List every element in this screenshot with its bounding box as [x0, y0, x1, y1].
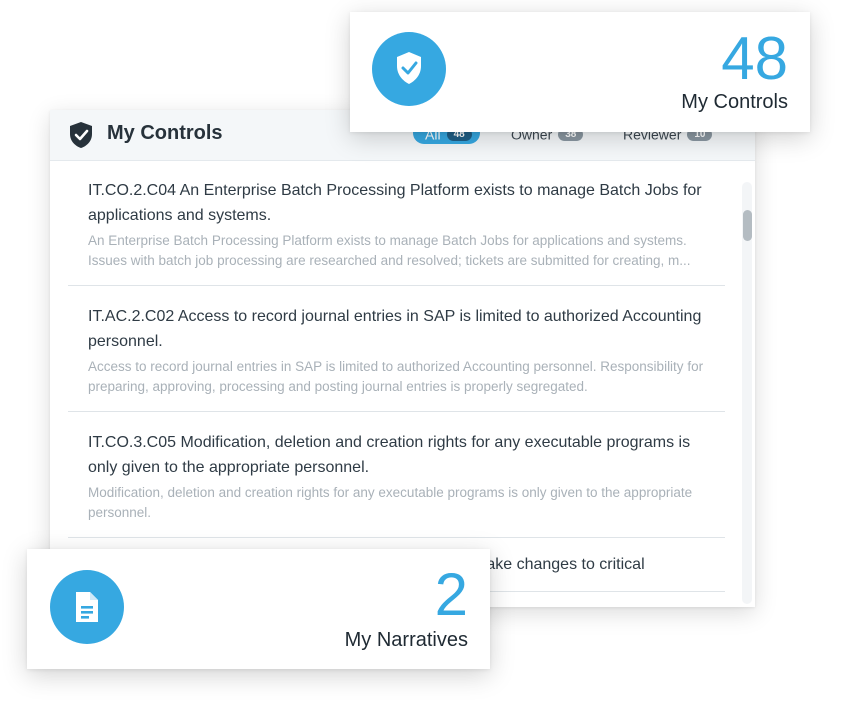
item-description: Modification, deletion and creation righ… — [88, 485, 693, 520]
shield-check-icon — [397, 52, 421, 84]
item-title: make changes to critical — [473, 556, 645, 573]
list-item[interactable]: IT.AC.2.C02 Access to record journal ent… — [68, 286, 725, 412]
controls-icon-circle — [372, 32, 446, 106]
document-icon — [76, 592, 98, 622]
narratives-label: My Narratives — [344, 629, 468, 651]
scrollbar-track[interactable] — [742, 182, 752, 604]
narratives-count: 2 — [434, 561, 468, 628]
panel-title: My Controls — [107, 122, 223, 144]
list-item[interactable]: IT.CO.2.C04 An Enterprise Batch Processi… — [68, 160, 725, 286]
controls-count: 48 — [721, 25, 788, 92]
my-controls-card[interactable]: 48 My Controls — [350, 12, 810, 132]
item-description: An Enterprise Batch Processing Platform … — [88, 233, 691, 268]
item-title: IT.CO.3.C05 Modification, deletion and c… — [88, 434, 691, 476]
my-controls-panel: My Controls All 48 Owner 38 Reviewer 10 IT.… — [50, 110, 755, 607]
item-title: IT.CO.2.C04 An Enterprise Batch Processi… — [88, 182, 702, 224]
controls-list: IT.CO.2.C04 An Enterprise Batch Processi… — [68, 160, 725, 592]
controls-label: My Controls — [681, 91, 788, 113]
item-description: Access to record journal entries in SAP … — [88, 359, 704, 394]
my-narratives-card[interactable]: 2 My Narratives — [27, 549, 490, 669]
list-item[interactable]: IT.CO.3.C05 Modification, deletion and c… — [68, 412, 725, 538]
scrollbar-thumb[interactable] — [743, 210, 752, 241]
shield-check-icon — [70, 122, 92, 148]
item-title: IT.AC.2.C02 Access to record journal ent… — [88, 308, 702, 350]
narratives-icon-circle — [50, 570, 124, 644]
